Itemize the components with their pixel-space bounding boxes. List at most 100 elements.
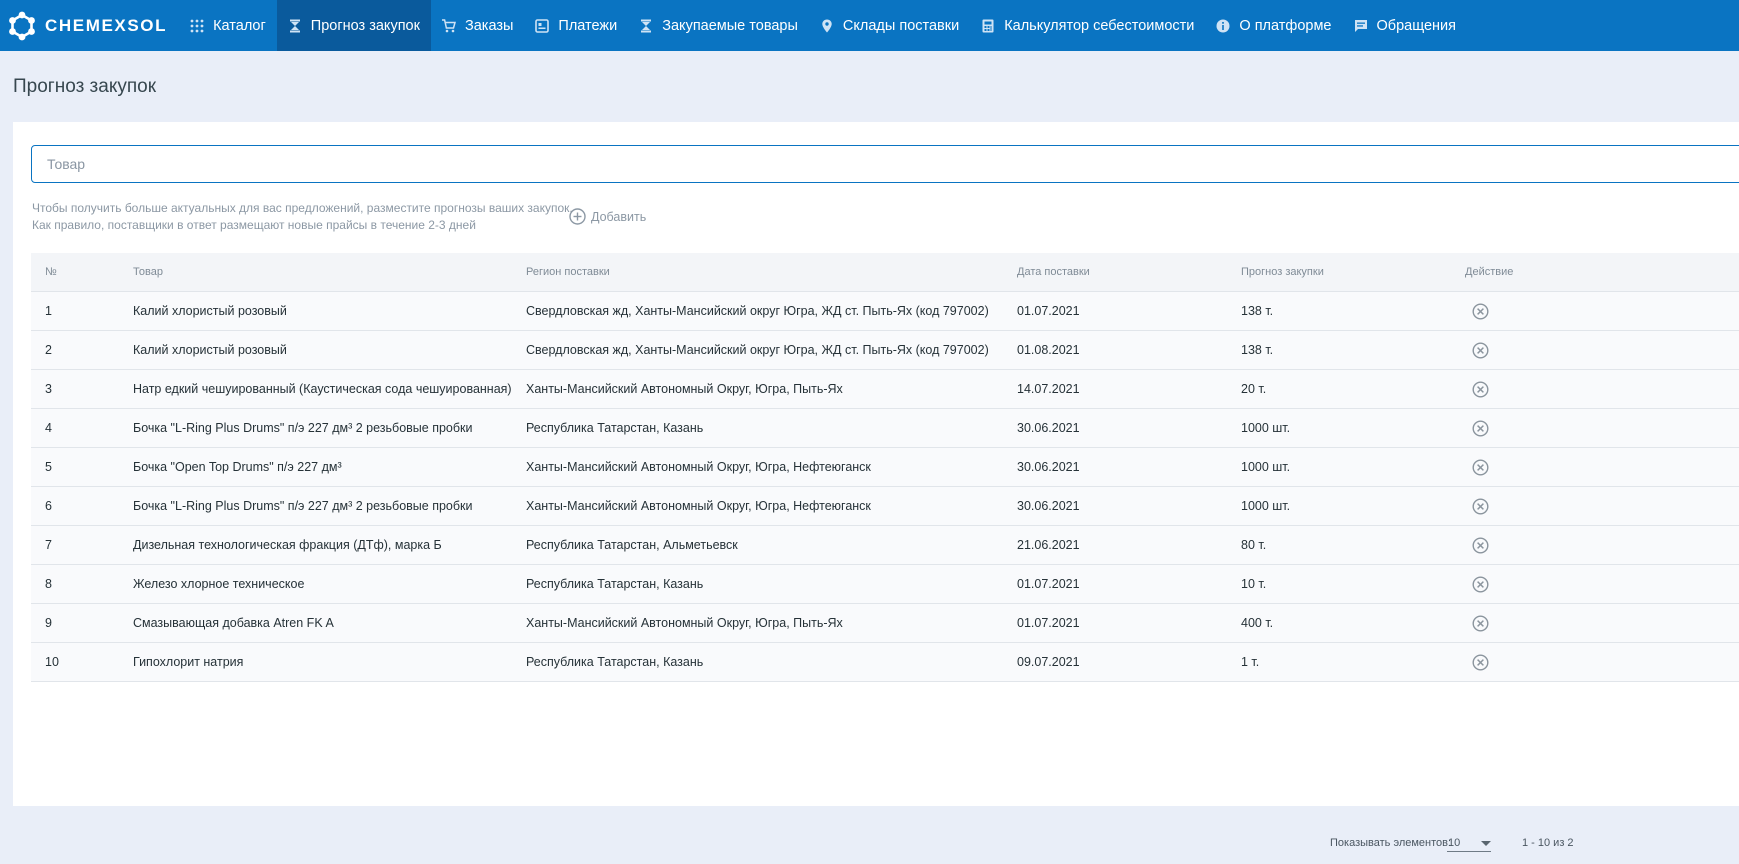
delete-circle-icon[interactable] — [1472, 498, 1489, 518]
row-region: Ханты-Мансийский Автономный Округ, Югра,… — [526, 499, 871, 513]
hint-line: Чтобы получить больше актуальных для вас… — [32, 201, 573, 215]
nav-item-warehouses[interactable]: Склады поставки — [809, 0, 970, 51]
row-region: Свердловская жд, Ханты-Мансийский округ … — [526, 304, 989, 318]
table-body: 1 Калий хлористый розовый Свердловская жд,… — [31, 292, 1739, 682]
add-circle-icon — [569, 208, 586, 225]
row-date: 30.06.2021 — [1017, 421, 1080, 435]
row-forecast: 1000 шт. — [1241, 460, 1291, 474]
row-region: Республика Татарстан, Казань — [526, 655, 704, 669]
add-forecast-label: Добавить — [591, 209, 647, 224]
info-icon — [1216, 19, 1230, 33]
row-region: Республика Татарстан, Казань — [526, 421, 704, 435]
brand-name: CHEMEXSOL — [45, 15, 168, 35]
row-date: 01.07.2021 — [1017, 616, 1080, 630]
row-num: 7 — [45, 538, 52, 552]
page-size-label: Показывать элементов: — [1330, 837, 1452, 849]
table-row: 6 Бочка "L-Ring Plus Drums" п/э 227 дм³ 2… — [31, 487, 1739, 526]
delete-circle-icon[interactable] — [1472, 381, 1489, 401]
row-forecast: 10 т. — [1241, 577, 1267, 591]
nav-item-label: Платежи — [558, 17, 618, 34]
table-row: 1 Калий хлористый розовый Свердловская жд,… — [31, 292, 1739, 331]
delete-circle-icon[interactable] — [1472, 654, 1489, 674]
delete-circle-icon[interactable] — [1472, 576, 1489, 596]
dropdown-arrow-icon — [1481, 841, 1491, 846]
nav-item-label: Каталог — [213, 17, 266, 34]
brand-logo[interactable]: CHEMEXSOL — [0, 0, 179, 51]
row-product: Смазывающая добавка Atren FK A — [133, 616, 334, 630]
nav-item-orders[interactable]: Заказы — [431, 0, 524, 51]
row-date: 09.07.2021 — [1017, 655, 1080, 669]
row-forecast: 138 т. — [1241, 304, 1274, 318]
delete-circle-icon[interactable] — [1472, 342, 1489, 362]
delete-circle-icon[interactable] — [1472, 537, 1489, 557]
header-date: Дата поставки — [1017, 266, 1090, 278]
nav-item-requests[interactable]: Обращения — [1343, 0, 1468, 51]
table-row: 3 Натр едкий чешуированный (Каустическая … — [31, 370, 1739, 409]
row-product: Дизельная технологическая фракция (ДТф),… — [133, 538, 442, 552]
nav-item-payments[interactable]: Платежи — [524, 0, 628, 51]
row-region: Ханты-Мансийский Автономный Округ, Югра,… — [526, 616, 843, 630]
add-forecast-button[interactable]: Добавить — [569, 208, 646, 225]
nav-item-catalog[interactable]: Каталог — [179, 0, 277, 51]
delete-circle-icon[interactable] — [1472, 303, 1489, 323]
hourglass-icon — [639, 19, 653, 33]
forecast-hint: Чтобы получить больше актуальных для вас… — [32, 200, 573, 234]
row-forecast: 400 т. — [1241, 616, 1274, 630]
nav-item-label: Обращения — [1376, 17, 1457, 34]
row-product: Гипохлорит натрия — [133, 655, 244, 669]
row-date: 01.07.2021 — [1017, 304, 1080, 318]
row-forecast: 1000 шт. — [1241, 499, 1291, 513]
table-row: 2 Калий хлористый розовый Свердловская жд,… — [31, 331, 1739, 370]
row-date: 14.07.2021 — [1017, 382, 1080, 396]
row-forecast: 80 т. — [1241, 538, 1267, 552]
logo-icon — [9, 11, 35, 40]
row-region: Свердловская жд, Ханты-Мансийский округ … — [526, 343, 989, 357]
row-region: Ханты-Мансийский Автономный Округ, Югра,… — [526, 382, 843, 396]
row-forecast: 20 т. — [1241, 382, 1267, 396]
nav-item-label: Склады поставки — [842, 17, 960, 34]
delete-circle-icon[interactable] — [1472, 615, 1489, 635]
row-product: Калий хлористый розовый — [133, 343, 287, 357]
delete-circle-icon[interactable] — [1472, 459, 1489, 479]
row-num: 8 — [45, 577, 52, 591]
nav-item-about-platform[interactable]: О платформе — [1205, 0, 1342, 51]
cart-icon — [441, 18, 456, 33]
row-product: Железо хлорное техническое — [133, 577, 305, 591]
row-forecast: 1000 шт. — [1241, 421, 1291, 435]
location-pin-icon — [820, 19, 834, 33]
delete-circle-icon[interactable] — [1472, 420, 1489, 440]
product-search-input[interactable] — [45, 155, 1739, 173]
row-num: 3 — [45, 382, 52, 396]
forecast-card: Чтобы получить больше актуальных для вас… — [13, 122, 1739, 852]
message-icon — [1354, 19, 1368, 33]
row-date: 01.07.2021 — [1017, 577, 1080, 591]
product-search-field[interactable] — [31, 145, 1739, 183]
nav-item-purchased-goods[interactable]: Закупаемые товары — [628, 0, 809, 51]
row-num: 6 — [45, 499, 52, 513]
row-num: 10 — [45, 655, 59, 669]
page-size-select[interactable]: 10 — [1447, 831, 1491, 852]
row-date: 21.06.2021 — [1017, 538, 1080, 552]
top-navigation-bar: CHEMEXSOL Каталог Прогноз закупок Заказы… — [0, 0, 1739, 51]
table-row: 5 Бочка "Open Top Drums" п/э 227 дм³ Ханты… — [31, 448, 1739, 487]
nav-item-label: Калькулятор себестоимости — [1004, 17, 1195, 34]
hint-line: Как правило, поставщики в ответ размещаю… — [32, 218, 476, 232]
calculator-icon — [981, 19, 995, 33]
table-row: 9 Смазывающая добавка Atren FK A Ханты-Ман… — [31, 604, 1739, 643]
nav-item-purchase-forecast[interactable]: Прогноз закупок — [276, 0, 431, 51]
row-region: Республика Татарстан, Альметьевск — [526, 538, 738, 552]
nav-item-cost-calculator[interactable]: Калькулятор себестоимости — [970, 0, 1205, 51]
row-num: 5 — [45, 460, 52, 474]
row-product: Бочка "L-Ring Plus Drums" п/э 227 дм³ 2 … — [133, 499, 473, 513]
pagination: Показывать элементов: 10 1 - 10 из 2 — [31, 820, 1739, 864]
table-row: 7 Дизельная технологическая фракция (ДТф)… — [31, 526, 1739, 565]
row-product: Калий хлористый розовый — [133, 304, 287, 318]
nav-item-label: Заказы — [464, 17, 514, 34]
row-product: Натр едкий чешуированный (Каустическая с… — [133, 382, 512, 396]
page-title: Прогноз закупок — [13, 76, 157, 97]
row-num: 4 — [45, 421, 52, 435]
row-date: 30.06.2021 — [1017, 499, 1080, 513]
header-region: Регион поставки — [526, 266, 610, 278]
row-num: 1 — [45, 304, 52, 318]
hourglass-icon — [288, 19, 302, 33]
